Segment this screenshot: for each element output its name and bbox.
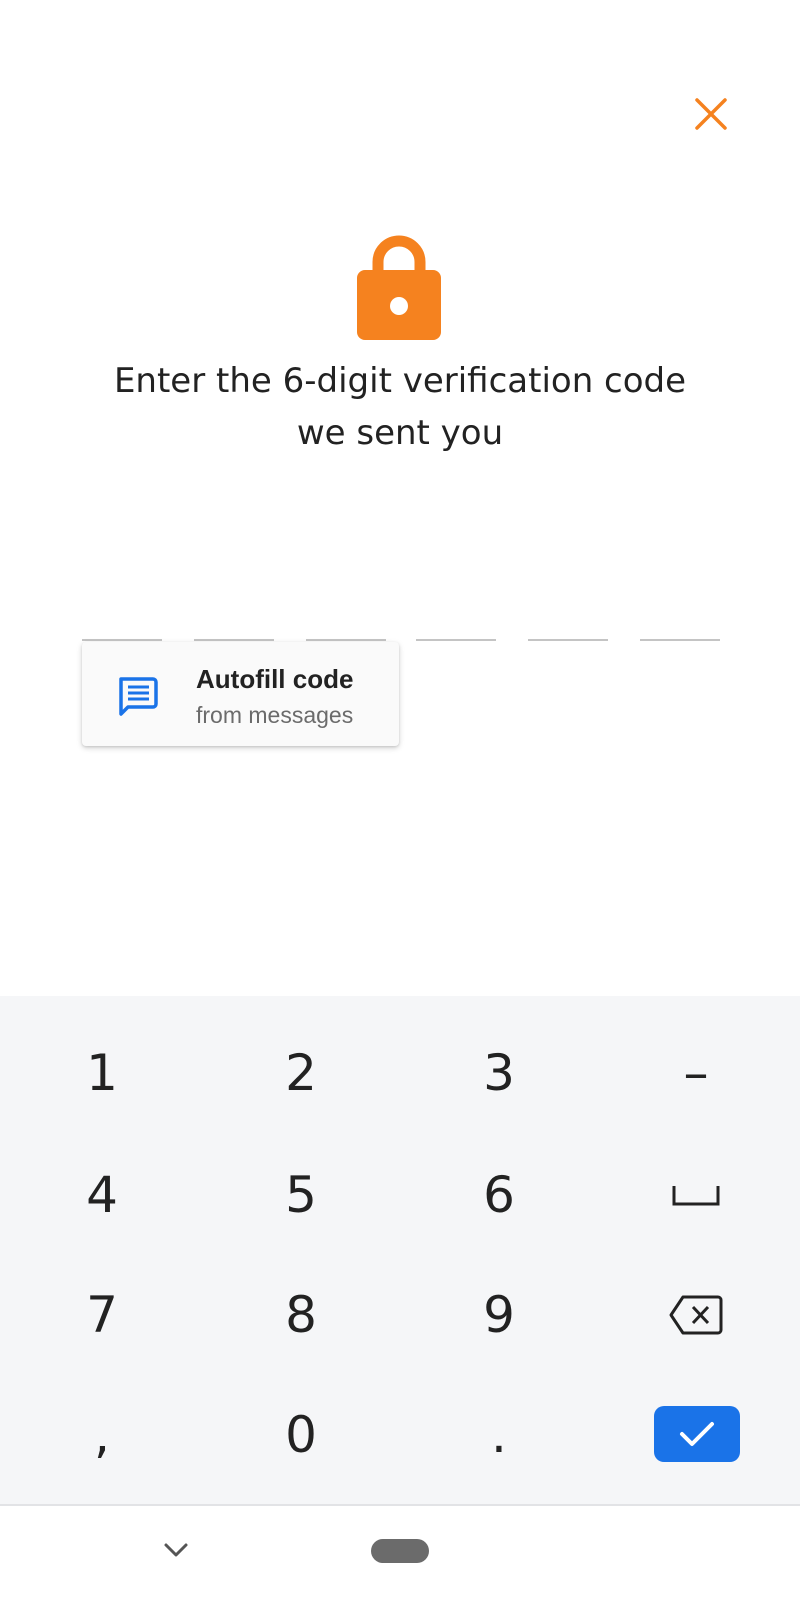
key-5[interactable]: 5 — [226, 1140, 376, 1250]
key-comma[interactable]: , — [27, 1380, 177, 1490]
key-8[interactable]: 8 — [226, 1260, 376, 1370]
title-line-1: Enter the 6-digit verification code — [113, 361, 687, 401]
key-dash[interactable]: – — [621, 1018, 771, 1128]
key-2[interactable]: 2 — [226, 1018, 376, 1128]
chevron-down-icon[interactable] — [160, 1538, 192, 1562]
close-icon — [695, 98, 727, 130]
close-button[interactable] — [683, 86, 739, 142]
code-slot-4[interactable] — [416, 639, 496, 641]
code-slot-1[interactable] — [82, 639, 162, 641]
key-0[interactable]: 0 — [226, 1380, 376, 1490]
message-icon — [119, 677, 158, 716]
key-7[interactable]: 7 — [27, 1260, 177, 1370]
code-slot-3[interactable] — [306, 639, 386, 641]
key-3[interactable]: 3 — [424, 1018, 574, 1128]
key-period[interactable]: . — [424, 1380, 574, 1490]
key-1[interactable]: 1 — [27, 1018, 177, 1128]
page-title: Enter the 6-digit verification code we s… — [60, 355, 740, 459]
space-icon — [672, 1186, 720, 1206]
lock-icon — [357, 235, 441, 340]
key-space[interactable] — [621, 1140, 771, 1250]
system-nav-bar — [0, 1506, 800, 1600]
code-slot-5[interactable] — [528, 639, 608, 641]
autofill-title: Autofill code — [196, 664, 354, 694]
backspace-icon — [669, 1295, 723, 1335]
done-check-icon — [680, 1422, 714, 1446]
code-slot-6[interactable] — [640, 639, 720, 641]
home-pill-icon[interactable] — [371, 1539, 429, 1563]
key-4[interactable]: 4 — [27, 1140, 177, 1250]
numeric-keyboard: 1 2 3 – 4 5 6 7 8 9 , 0 . — [0, 996, 800, 1506]
key-9[interactable]: 9 — [424, 1260, 574, 1370]
autofill-subtitle: from messages — [196, 702, 354, 728]
code-slot-2[interactable] — [194, 639, 274, 641]
key-6[interactable]: 6 — [424, 1140, 574, 1250]
done-key[interactable] — [654, 1406, 740, 1462]
autofill-code-button[interactable]: Autofill code from messages — [82, 642, 399, 746]
key-backspace[interactable] — [621, 1260, 771, 1370]
title-line-2: we sent you — [296, 413, 504, 453]
